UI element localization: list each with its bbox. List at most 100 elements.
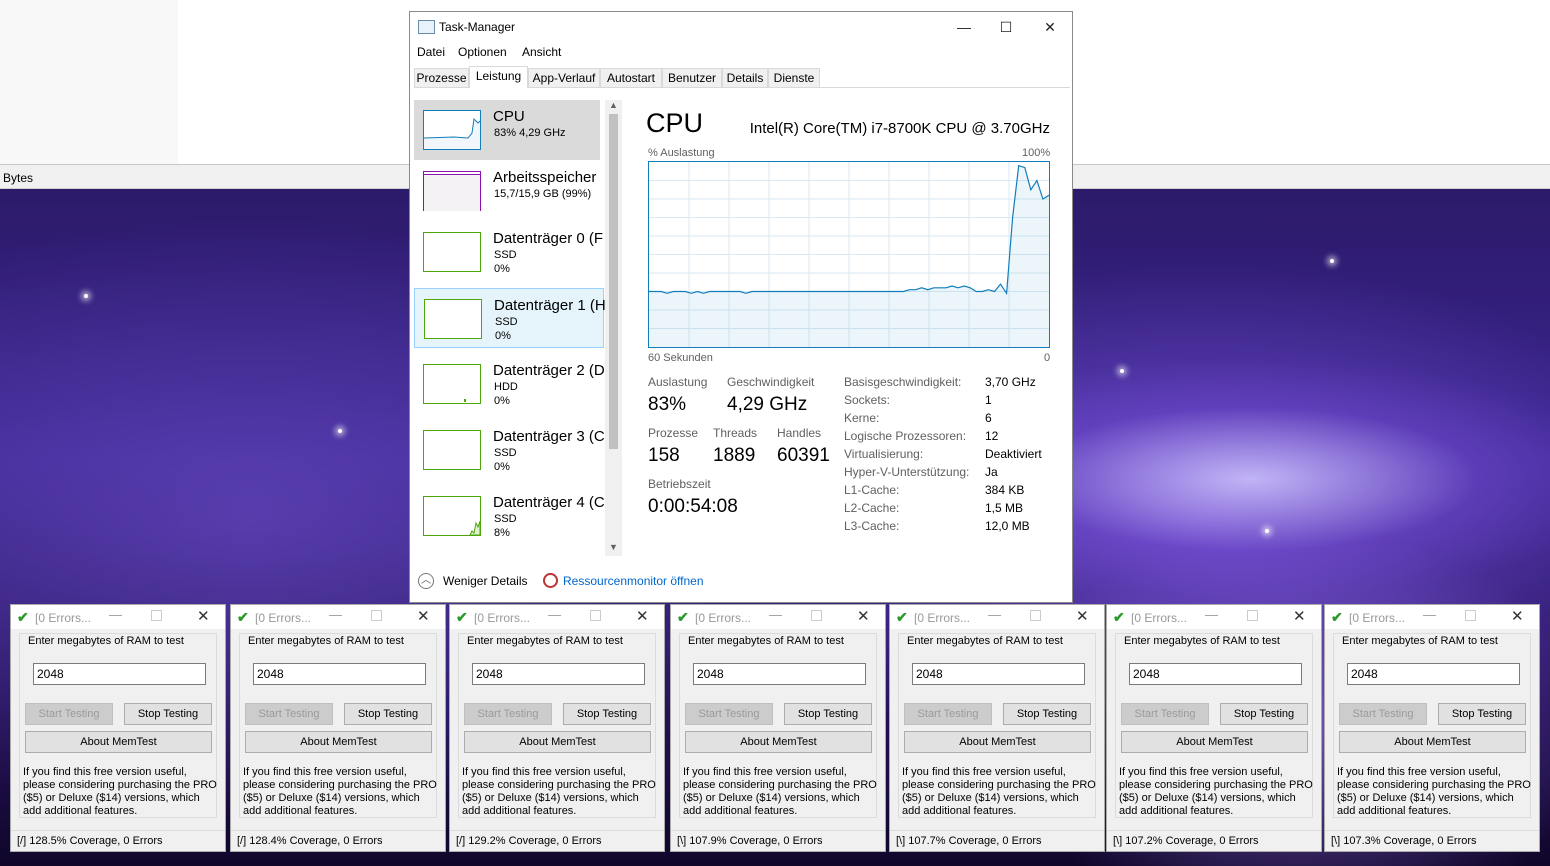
minimize-button[interactable]: — — [1205, 607, 1218, 622]
detail-key: Sockets: — [844, 393, 891, 407]
fewer-details-link[interactable]: Weniger Details — [443, 574, 527, 588]
close-button[interactable]: ✕ — [857, 607, 870, 625]
maximize-button — [371, 610, 382, 621]
close-button[interactable]: ✕ — [1511, 607, 1524, 625]
scroll-up-arrow[interactable]: ▲ — [605, 100, 622, 110]
memtest-check-icon: ✔ — [896, 609, 908, 625]
ram-amount-input[interactable]: 2048 — [1347, 663, 1520, 685]
memtest-title-bar[interactable]: ✔ [0 Errors... — ✕ — [1325, 605, 1539, 629]
tab-app-verlauf[interactable]: App-Verlauf — [528, 68, 600, 87]
memtest-title: [0 Errors... — [1349, 611, 1406, 625]
close-button[interactable]: ✕ — [1076, 607, 1089, 625]
close-button[interactable]: ✕ — [1027, 12, 1073, 42]
close-button[interactable]: ✕ — [197, 607, 210, 625]
about-memtest-button[interactable]: About MemTest — [464, 731, 651, 753]
stop-testing-button[interactable]: Stop Testing — [784, 703, 872, 725]
tab-autostart[interactable]: Autostart — [600, 68, 662, 87]
memtest-title-bar[interactable]: ✔ [0 Errors... — ✕ — [11, 605, 225, 629]
sidebar-item-disk-3[interactable]: Datenträger 3 (C SSD 0% — [414, 420, 605, 480]
about-memtest-button[interactable]: About MemTest — [904, 731, 1091, 753]
start-testing-button[interactable]: Start Testing — [685, 703, 773, 725]
ram-amount-input[interactable]: 2048 — [253, 663, 426, 685]
status-bar: [/] 128.4% Coverage, 0 Errors — [231, 830, 445, 853]
minimize-button[interactable]: — — [329, 607, 342, 622]
menu-ansicht[interactable]: Ansicht — [522, 45, 561, 59]
menu-datei[interactable]: Datei — [417, 45, 445, 59]
scroll-thumb[interactable] — [609, 114, 618, 449]
tab-details[interactable]: Details — [722, 68, 768, 87]
status-bar: [\] 107.9% Coverage, 0 Errors — [671, 830, 885, 853]
minimize-button[interactable]: — — [1423, 607, 1436, 622]
memtest-check-icon: ✔ — [1331, 609, 1343, 625]
coverage-status: [/] 128.4% Coverage, 0 Errors — [237, 835, 383, 847]
ram-amount-input[interactable]: 2048 — [912, 663, 1085, 685]
betriebszeit-label: Betriebszeit — [648, 477, 711, 491]
about-memtest-button[interactable]: About MemTest — [1339, 731, 1526, 753]
minimize-button[interactable]: — — [988, 607, 1001, 622]
menu-optionen[interactable]: Optionen — [458, 45, 507, 59]
start-testing-button[interactable]: Start Testing — [25, 703, 113, 725]
stop-testing-button[interactable]: Stop Testing — [1220, 703, 1308, 725]
stop-testing-button[interactable]: Stop Testing — [344, 703, 432, 725]
detail-key: L1-Cache: — [844, 483, 900, 497]
start-testing-button[interactable]: Start Testing — [904, 703, 992, 725]
memtest-title-bar[interactable]: ✔ [0 Errors... — ✕ — [450, 605, 664, 629]
tab-prozesse[interactable]: Prozesse — [414, 68, 469, 87]
memtest-title-bar[interactable]: ✔ [0 Errors... — ✕ — [1107, 605, 1321, 629]
detail-value: Deaktiviert — [985, 447, 1042, 461]
start-testing-button[interactable]: Start Testing — [464, 703, 552, 725]
minimize-button[interactable]: — — [941, 12, 987, 42]
minimize-button[interactable]: — — [548, 607, 561, 622]
sidebar-item-disk-0[interactable]: Datenträger 0 (F SSD 0% — [414, 222, 604, 282]
memtest-title-bar[interactable]: ✔ [0 Errors... — ✕ — [890, 605, 1104, 629]
about-memtest-button[interactable]: About MemTest — [25, 731, 212, 753]
tab-benutzer[interactable]: Benutzer — [662, 68, 722, 87]
minimize-button[interactable]: — — [769, 607, 782, 622]
stop-testing-button[interactable]: Stop Testing — [124, 703, 212, 725]
memtest-check-icon: ✔ — [1113, 609, 1125, 625]
close-button[interactable]: ✕ — [636, 607, 649, 625]
scroll-down-arrow[interactable]: ▼ — [605, 542, 622, 552]
sidebar-item-cpu[interactable]: CPU 83% 4,29 GHz — [414, 100, 600, 160]
memtest-title-bar[interactable]: ✔ [0 Errors... — ✕ — [231, 605, 445, 629]
sidebar-scrollbar[interactable]: ▲ ▼ — [605, 100, 622, 556]
resource-monitor-link[interactable]: Ressourcenmonitor öffnen — [563, 574, 704, 588]
stop-testing-button[interactable]: Stop Testing — [1438, 703, 1526, 725]
chevron-up-icon[interactable]: ︿ — [418, 573, 434, 589]
menu-bar: Datei Optionen Ansicht — [410, 42, 1072, 62]
tab-leistung[interactable]: Leistung — [469, 66, 528, 88]
minimize-button[interactable]: — — [109, 607, 122, 622]
graph-min-label: 0 — [1044, 352, 1051, 364]
coverage-status: [/] 129.2% Coverage, 0 Errors — [456, 835, 602, 847]
sidebar-item-disk-2[interactable]: Datenträger 2 (D HDD 0% — [414, 354, 605, 414]
maximize-button[interactable]: ☐ — [983, 12, 1029, 42]
ram-amount-input[interactable]: 2048 — [472, 663, 645, 685]
start-testing-button[interactable]: Start Testing — [1121, 703, 1209, 725]
stop-testing-button[interactable]: Stop Testing — [1003, 703, 1091, 725]
maximize-button — [1465, 610, 1476, 621]
ram-amount-input[interactable]: 2048 — [1129, 663, 1302, 685]
tab-dienste[interactable]: Dienste — [768, 68, 820, 87]
about-memtest-button[interactable]: About MemTest — [245, 731, 432, 753]
memtest-check-icon: ✔ — [237, 609, 249, 625]
close-button[interactable]: ✕ — [417, 607, 430, 625]
title-bar[interactable]: Task-Manager — ☐ ✕ — [410, 12, 1072, 42]
close-button[interactable]: ✕ — [1293, 607, 1306, 625]
detail-key: L2-Cache: — [844, 501, 900, 515]
disk-thumbnail — [423, 364, 481, 404]
sidebar-item-memory[interactable]: Arbeitsspeicher 15,7/15,9 GB (99%) — [414, 161, 604, 221]
sidebar-item-label: Datenträger 1 (H — [494, 297, 606, 314]
maximize-button — [811, 610, 822, 621]
start-testing-button[interactable]: Start Testing — [245, 703, 333, 725]
memtest-title-bar[interactable]: ✔ [0 Errors... — ✕ — [671, 605, 885, 629]
sidebar-item-value: 8% — [494, 527, 510, 539]
stop-testing-button[interactable]: Stop Testing — [563, 703, 651, 725]
task-manager-footer: ︿ Weniger Details Ressourcenmonitor öffn… — [410, 564, 1072, 602]
about-memtest-button[interactable]: About MemTest — [685, 731, 872, 753]
sidebar-item-disk-4[interactable]: Datenträger 4 (C SSD 8% — [414, 486, 605, 546]
start-testing-button[interactable]: Start Testing — [1339, 703, 1427, 725]
sidebar-item-disk-1[interactable]: Datenträger 1 (H SSD 0% — [414, 288, 606, 348]
ram-amount-input[interactable]: 2048 — [693, 663, 866, 685]
about-memtest-button[interactable]: About MemTest — [1121, 731, 1308, 753]
ram-amount-input[interactable]: 2048 — [33, 663, 206, 685]
